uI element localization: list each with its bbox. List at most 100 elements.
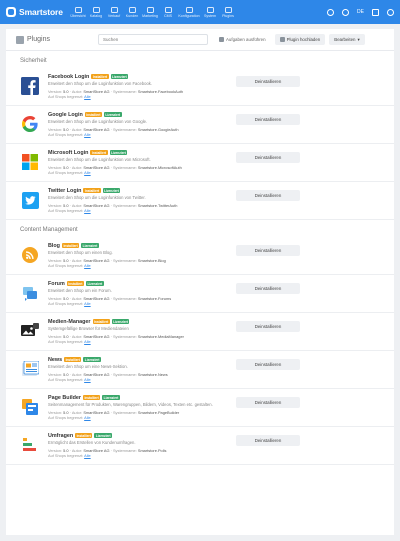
plugin-row: Medien-Manager Installiert Lizenziert Syste…: [6, 313, 394, 351]
gear-icon[interactable]: [327, 8, 335, 16]
shops-link[interactable]: Alle: [84, 377, 91, 382]
plugin-info: Blog Installiert Lizenziert Erweitert den S…: [48, 242, 218, 269]
uninstall-button[interactable]: Deinstallieren: [236, 114, 300, 125]
nav-item-katalog[interactable]: Katalog: [88, 6, 104, 18]
plugin-info: News Installiert Lizenziert Erweitert den S…: [48, 356, 218, 383]
shops-link[interactable]: Alle: [84, 453, 91, 458]
nav-item-label: Plugins: [222, 13, 234, 18]
uninstall-button[interactable]: Deinstallieren: [236, 321, 300, 332]
nav-item-system[interactable]: System: [202, 6, 218, 18]
shops-link[interactable]: Alle: [84, 301, 91, 306]
user-icon[interactable]: [387, 8, 394, 16]
plugin-description: Erweitert den Shop um ein Forum.: [48, 288, 112, 293]
plugin-name[interactable]: Microsoft Login: [48, 150, 88, 156]
plugin-description: Erweitert den Shop um die Loginfunktion …: [48, 195, 146, 200]
shops-link[interactable]: Alle: [84, 339, 91, 344]
tasks-icon: [219, 37, 224, 42]
plugin-meta: Version: 5.0 · Autor: SmartStore AG · Sy…: [48, 334, 218, 344]
page-builder-icon: [20, 397, 40, 417]
plugin-actions: Deinstallieren: [236, 149, 300, 175]
facebook-logo-icon: [20, 76, 40, 96]
system-name-value: Smartstore.News: [137, 372, 168, 377]
upload-plugin-button[interactable]: Plugin hochladen: [274, 34, 326, 45]
uninstall-button[interactable]: Deinstallieren: [236, 435, 300, 446]
plugin-row: Blog Installiert Lizenziert Erweitert den S…: [6, 237, 394, 275]
plugin-name[interactable]: Page Builder: [48, 395, 81, 401]
installed-badge: Installiert: [84, 112, 102, 117]
nav-item-kunden[interactable]: Kunden: [124, 6, 140, 18]
shops-link[interactable]: Alle: [84, 263, 91, 268]
uninstall-button[interactable]: Deinstallieren: [236, 283, 300, 294]
uninstall-button[interactable]: Deinstallieren: [236, 190, 300, 201]
shops-label: Auf Shops begrenzt:: [48, 263, 84, 268]
plugin-meta: Version: 5.0 · Autor: SmartStore AG · Sy…: [48, 127, 218, 137]
uninstall-button[interactable]: Deinstallieren: [236, 245, 300, 256]
plugin-meta: Version: 5.0 · Autor: SmartStore AG · Sy…: [48, 203, 218, 213]
plugin-actions: Deinstallieren: [236, 394, 300, 420]
language-selector[interactable]: DE: [357, 9, 364, 15]
plugin-row: Facebook Login Installiert Lizenziert Erwei…: [6, 68, 394, 106]
brand[interactable]: Smartstore: [6, 7, 70, 17]
nav-item-plugins[interactable]: Plugins: [220, 6, 236, 18]
system-name-label: Systemname:: [112, 89, 137, 94]
installed-badge: Installiert: [66, 281, 84, 286]
help-icon[interactable]: [372, 8, 379, 16]
blog-rss-icon: [20, 245, 40, 265]
plugin-name-row: News Installiert Lizenziert: [48, 356, 218, 363]
uninstall-button[interactable]: Deinstallieren: [236, 359, 300, 370]
uninstall-button[interactable]: Deinstallieren: [236, 152, 300, 163]
top-navbar: Smartstore Übersicht Katalog Verkauf Kunden…: [0, 0, 400, 24]
system-name-value: Smartstore.Forums: [137, 296, 172, 301]
plugin-name[interactable]: Umfragen: [48, 433, 73, 439]
plugin-name[interactable]: Blog: [48, 243, 60, 249]
plugin-name[interactable]: Forum: [48, 281, 65, 287]
edit-dropdown-button[interactable]: Bearbeiten ▾: [329, 34, 365, 45]
nav-item-übersicht[interactable]: Übersicht: [70, 6, 86, 18]
top-right-tools: DE: [327, 8, 394, 16]
plugin-actions: Deinstallieren: [236, 318, 300, 344]
plugin-name-row: Page Builder Installiert Lizenziert: [48, 394, 218, 401]
globe-icon[interactable]: [342, 8, 350, 16]
installed-badge: Installiert: [75, 433, 93, 438]
plugin-name[interactable]: Google Login: [48, 112, 83, 118]
smartstore-logo-icon: [6, 7, 16, 17]
licensed-badge: Lizenziert: [111, 319, 130, 324]
plugin-shops-line: Auf Shops begrenzt: Alle: [48, 453, 218, 458]
plugin-row: Umfragen Installiert Lizenziert Ermöglicht …: [6, 427, 394, 465]
installed-badge: Installiert: [61, 243, 80, 248]
plugin-name[interactable]: News: [48, 357, 62, 363]
licensed-badge: Lizenziert: [81, 243, 99, 248]
plugin-name-row: Twitter Login Installiert Lizenziert: [48, 187, 218, 194]
licensed-badge: Lizenziert: [102, 395, 120, 400]
nav-item-konfiguration[interactable]: Konfiguration: [178, 6, 200, 18]
forum-icon: [20, 283, 40, 303]
microsoft-logo-icon: [20, 152, 40, 172]
installed-badge: Installiert: [90, 150, 108, 155]
plugin-name-row: Google Login Installiert Lizenziert: [48, 111, 218, 118]
shops-link[interactable]: Alle: [84, 132, 91, 137]
plugin-name-row: Umfragen Installiert Lizenziert: [48, 432, 218, 439]
plugin-name[interactable]: Medien-Manager: [48, 319, 91, 325]
plugin-description: Seitenmanagement für Produkten, Warengru…: [48, 402, 213, 407]
system-name-label: Systemname:: [112, 127, 137, 132]
shops-link[interactable]: Alle: [84, 208, 91, 213]
licensed-badge: Lizenziert: [103, 112, 122, 117]
shops-link[interactable]: Alle: [84, 170, 91, 175]
uninstall-button[interactable]: Deinstallieren: [236, 76, 300, 87]
system-name-value: Smartstore.Polls: [137, 448, 167, 453]
run-tasks-button[interactable]: Aufgaben ausführen: [214, 34, 271, 45]
nav-item-cms[interactable]: CMS: [160, 6, 176, 18]
uninstall-button[interactable]: Deinstallieren: [236, 397, 300, 408]
nav-item-marketing[interactable]: Marketing: [142, 6, 158, 18]
plugin-row: Page Builder Installiert Lizenziert Seitenm…: [6, 389, 394, 427]
search-input[interactable]: [98, 34, 208, 45]
puzzle-icon: [16, 35, 24, 44]
nav-item-verkauf[interactable]: Verkauf: [106, 6, 122, 18]
plugin-name[interactable]: Facebook Login: [48, 74, 89, 80]
plugin-description: Erweitert den Shop um die Loginfunktion …: [48, 81, 153, 86]
system-name-value: Smartstore.GoogleAuth: [137, 127, 179, 132]
shops-link[interactable]: Alle: [84, 94, 91, 99]
plugin-meta: Version: 5.0 · Autor: SmartStore AG · Sy…: [48, 448, 218, 458]
plugin-name[interactable]: Twitter Login: [48, 188, 81, 194]
shops-link[interactable]: Alle: [84, 415, 91, 420]
